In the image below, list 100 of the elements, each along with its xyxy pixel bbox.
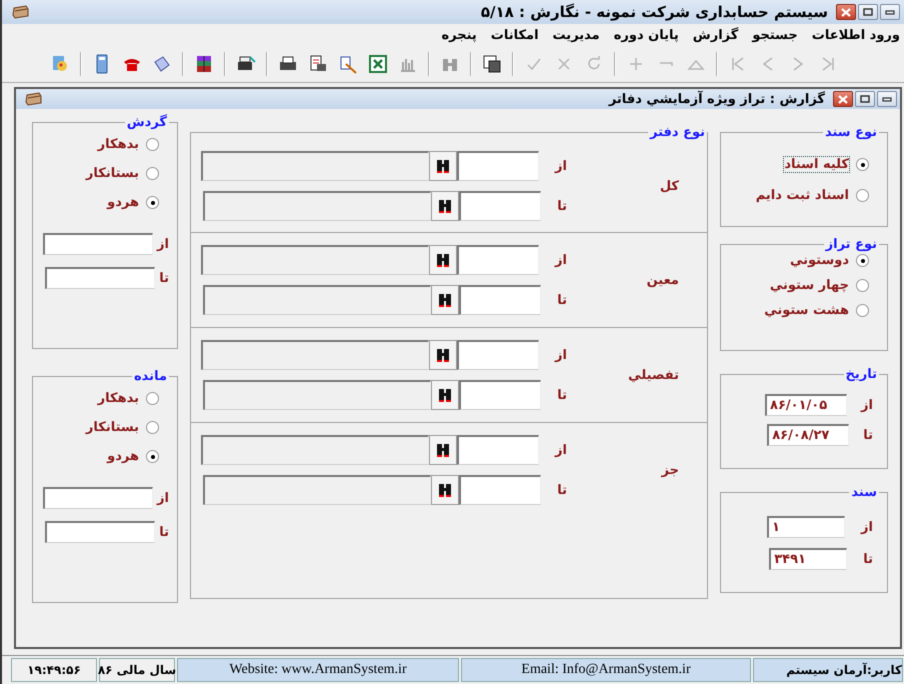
group-title: نوع تراز	[824, 237, 878, 252]
app-icon[interactable]	[12, 5, 30, 19]
radio-button[interactable]	[146, 196, 159, 209]
field-label: تا	[159, 524, 169, 540]
field-label: تا	[557, 198, 567, 214]
radio-button[interactable]	[146, 392, 159, 405]
field-label: تا	[557, 388, 567, 402]
level-label: تفصیلي	[628, 368, 679, 382]
level-label: کل	[660, 178, 679, 194]
radio-button[interactable]	[146, 450, 159, 463]
code-field[interactable]	[457, 340, 539, 370]
input-field[interactable]: ۱	[767, 516, 846, 538]
code-field[interactable]	[459, 191, 542, 221]
field-label: از	[861, 520, 873, 534]
search-button[interactable]	[431, 285, 460, 315]
field-label: از	[555, 158, 567, 174]
code-field[interactable]	[457, 435, 539, 465]
field-label: از	[861, 398, 873, 412]
input-field[interactable]: ۸۶/۰۱/۰۵	[765, 394, 848, 416]
radio-label: کلیه اسناد	[783, 156, 850, 173]
radio-button[interactable]	[146, 167, 159, 180]
field-label: از	[555, 252, 567, 268]
input-field[interactable]: ۸۶/۰۸/۲۷	[767, 424, 850, 446]
group-title: نوع سند	[824, 125, 878, 140]
input-field[interactable]	[43, 233, 154, 255]
email-status: Email: Info@ArmanSystem.ir	[461, 658, 751, 682]
website-status: Website: www.ArmanSystem.ir	[177, 658, 459, 682]
group-title: تاریخ	[844, 367, 878, 382]
maximize-button[interactable]	[855, 91, 875, 107]
books-icon[interactable]	[194, 54, 214, 74]
maximize-icon	[860, 95, 870, 103]
menu-item[interactable]: پنجره	[441, 28, 477, 42]
clock-status: ۱۹:۴۹:۵۶	[11, 658, 97, 682]
field-label: از	[555, 348, 567, 362]
group-title: گردش	[126, 115, 168, 130]
window-icon[interactable]	[482, 54, 502, 74]
user-status: کاربر:آرمان سیستم	[753, 658, 903, 682]
search-button[interactable]	[431, 380, 460, 410]
radio-label: دوستوني	[788, 252, 850, 269]
minimize-icon	[882, 95, 892, 103]
wand-icon[interactable]	[338, 54, 358, 74]
radio-label: چهار ستوني	[768, 277, 850, 294]
field-label: از	[157, 236, 169, 252]
radio-button[interactable]	[856, 254, 869, 267]
search-button[interactable]	[429, 340, 457, 370]
input-field[interactable]	[43, 487, 154, 509]
radio-label: اسناد ثبت دایم	[754, 187, 850, 204]
radio-label: هشت ستوني	[763, 302, 850, 319]
field-label: تا	[863, 552, 873, 566]
field-label: تا	[557, 292, 567, 308]
search-button[interactable]	[429, 245, 457, 275]
radio-button[interactable]	[146, 421, 159, 434]
radio-button[interactable]	[146, 138, 159, 151]
code-field[interactable]	[459, 475, 542, 505]
minimize-button[interactable]	[880, 4, 900, 20]
search-button[interactable]	[429, 151, 457, 181]
menu-item[interactable]: ورود اطلاعات	[812, 28, 900, 42]
close-icon	[841, 8, 851, 16]
menu-item[interactable]: پایان دوره	[614, 28, 679, 42]
radio-button[interactable]	[856, 158, 869, 171]
close-icon	[838, 94, 848, 104]
code-field[interactable]	[457, 245, 539, 275]
group-title: سند	[850, 485, 878, 500]
level-label: معین	[646, 272, 679, 288]
radio-label: هردو	[106, 448, 140, 465]
group-title: نوع دفتر	[648, 125, 706, 140]
radio-label: هردو	[106, 194, 140, 211]
minimize-icon	[885, 8, 895, 16]
window-title: سیستم حسابداری شرکت نمونه - نگارش : ۵/۱۸	[480, 3, 828, 21]
maximize-button[interactable]	[858, 4, 878, 20]
field-label: تا	[863, 428, 873, 442]
menu-item[interactable]: امکانات	[490, 28, 539, 42]
spreadsheet-icon[interactable]	[368, 54, 388, 74]
search-button[interactable]	[431, 475, 460, 505]
menu-item[interactable]: گزارش	[692, 28, 738, 42]
app-icon[interactable]	[25, 92, 43, 106]
radio-button[interactable]	[856, 304, 869, 317]
code-field[interactable]	[459, 285, 542, 315]
menu-item[interactable]: جستجو	[752, 28, 798, 42]
level-label: جز	[662, 462, 679, 478]
window-title: گزارش : تراز ویژه آزمایشي دفاتر	[608, 92, 825, 106]
code-field[interactable]	[459, 380, 542, 410]
radio-button[interactable]	[856, 279, 869, 292]
group-title: مانده	[133, 369, 168, 384]
input-field[interactable]	[45, 521, 156, 543]
menu-item[interactable]: مدیریت	[552, 28, 600, 42]
radio-label: بستانکار	[84, 419, 140, 436]
input-field[interactable]: ۳۴۹۱	[769, 548, 848, 570]
search-button[interactable]	[429, 435, 457, 465]
radio-label: بدهکار	[96, 390, 140, 407]
radio-button[interactable]	[856, 189, 869, 202]
radio-label: بستانکار	[84, 165, 140, 182]
input-field[interactable]	[45, 267, 156, 289]
close-button[interactable]	[833, 91, 853, 107]
preview-icon[interactable]	[308, 54, 328, 74]
search-button[interactable]	[431, 191, 460, 221]
close-button[interactable]	[836, 4, 856, 20]
code-field[interactable]	[457, 151, 539, 181]
minimize-button[interactable]	[877, 91, 897, 107]
field-label: از	[555, 442, 567, 458]
